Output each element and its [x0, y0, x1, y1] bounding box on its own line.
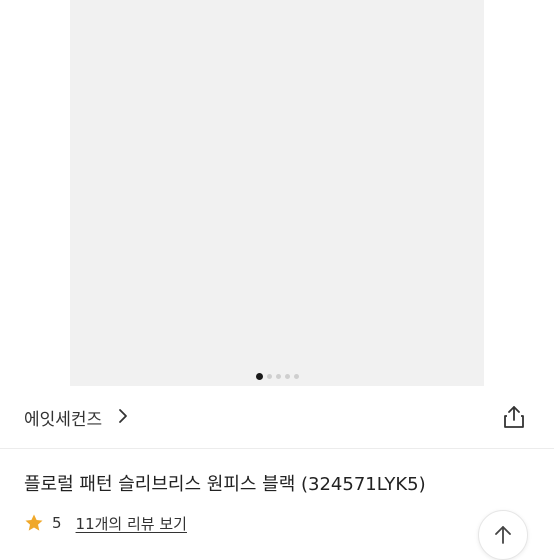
product-title: 플로럴 패턴 슬리브리스 원피스 블랙 (324571LYK5) [24, 474, 426, 495]
scroll-top-button[interactable] [478, 510, 528, 560]
pagination-dot[interactable] [266, 374, 272, 379]
arrow-up-icon [495, 526, 511, 544]
product-image-gallery[interactable] [70, 0, 484, 386]
star-icon [25, 514, 43, 531]
pagination-dot[interactable] [275, 374, 281, 379]
pagination-dot-active[interactable] [255, 373, 263, 380]
brand-name-link[interactable]: 에잇세컨즈 [24, 405, 102, 430]
pagination-dot[interactable] [293, 374, 299, 379]
review-link[interactable]: 11개의 리뷰 보기 [76, 513, 187, 534]
rating-row: 5 11개의 리뷰 보기 [24, 512, 187, 534]
rating-value: 5 [52, 514, 62, 532]
chevron-right-icon[interactable] [116, 408, 130, 424]
gallery-pagination [70, 366, 484, 380]
pagination-dot[interactable] [284, 374, 290, 379]
brand-row: 에잇세컨즈 [0, 386, 554, 449]
share-icon[interactable] [501, 404, 527, 430]
